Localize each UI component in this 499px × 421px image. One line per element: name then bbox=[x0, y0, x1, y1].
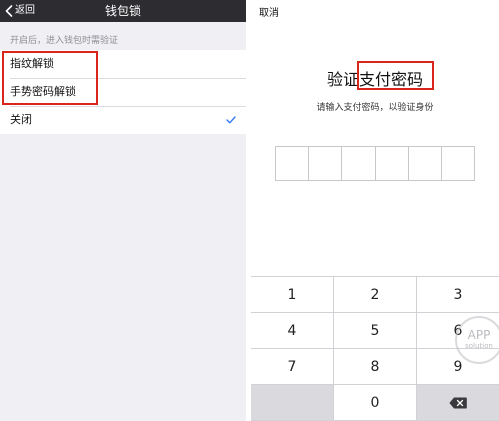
pin-digit-box bbox=[309, 147, 343, 180]
checkmark-icon bbox=[226, 106, 236, 134]
key-8[interactable]: 8 bbox=[334, 349, 417, 385]
keypad-row: 1 2 3 bbox=[251, 277, 499, 313]
key-5[interactable]: 5 bbox=[334, 313, 417, 349]
pin-digit-box bbox=[276, 147, 310, 180]
key-3[interactable]: 3 bbox=[417, 277, 499, 313]
lock-hint-text: 开启后，进入钱包时需验证 bbox=[10, 36, 119, 46]
highlight-box-payment-password bbox=[357, 61, 434, 90]
key-1[interactable]: 1 bbox=[251, 277, 334, 313]
key-6[interactable]: 6 bbox=[417, 313, 499, 349]
nav-bar: 返回 钱包锁 bbox=[0, 0, 246, 22]
page-subtitle: 请输入支付密码，以验证身份 bbox=[316, 103, 434, 113]
highlight-box-unlock-options bbox=[2, 51, 98, 105]
option-off[interactable]: 关闭 bbox=[0, 106, 246, 134]
nav-title: 钱包锁 bbox=[104, 4, 141, 18]
cancel-button[interactable]: 取消 bbox=[259, 4, 279, 19]
option-label: 关闭 bbox=[10, 113, 32, 126]
keypad-row: 4 5 6 bbox=[251, 313, 499, 349]
pin-digit-box bbox=[342, 147, 376, 180]
key-delete[interactable] bbox=[417, 385, 499, 421]
pin-input[interactable] bbox=[275, 146, 475, 181]
backspace-icon bbox=[449, 397, 467, 408]
chevron-left-icon bbox=[5, 5, 13, 17]
pin-digit-box bbox=[442, 147, 474, 180]
key-7[interactable]: 7 bbox=[251, 349, 334, 385]
back-button[interactable]: 返回 bbox=[5, 3, 35, 19]
pin-digit-box bbox=[409, 147, 442, 180]
key-9[interactable]: 9 bbox=[417, 349, 499, 385]
back-label: 返回 bbox=[15, 5, 35, 16]
wallet-lock-screen: 返回 钱包锁 开启后，进入钱包时需验证 指纹解锁 手势密码解锁 关闭 bbox=[0, 0, 246, 421]
verify-password-screen: 取消 验证支付密码 请输入支付密码，以验证身份 1 2 3 4 5 6 7 8 … bbox=[251, 0, 499, 421]
pin-digit-box bbox=[376, 147, 409, 180]
keypad-row: 7 8 9 bbox=[251, 349, 499, 385]
key-blank bbox=[251, 385, 334, 421]
key-2[interactable]: 2 bbox=[334, 277, 417, 313]
keypad-row: 0 bbox=[251, 385, 499, 421]
key-0[interactable]: 0 bbox=[334, 385, 417, 421]
key-4[interactable]: 4 bbox=[251, 313, 334, 349]
numeric-keypad: 1 2 3 4 5 6 7 8 9 0 bbox=[251, 276, 499, 421]
